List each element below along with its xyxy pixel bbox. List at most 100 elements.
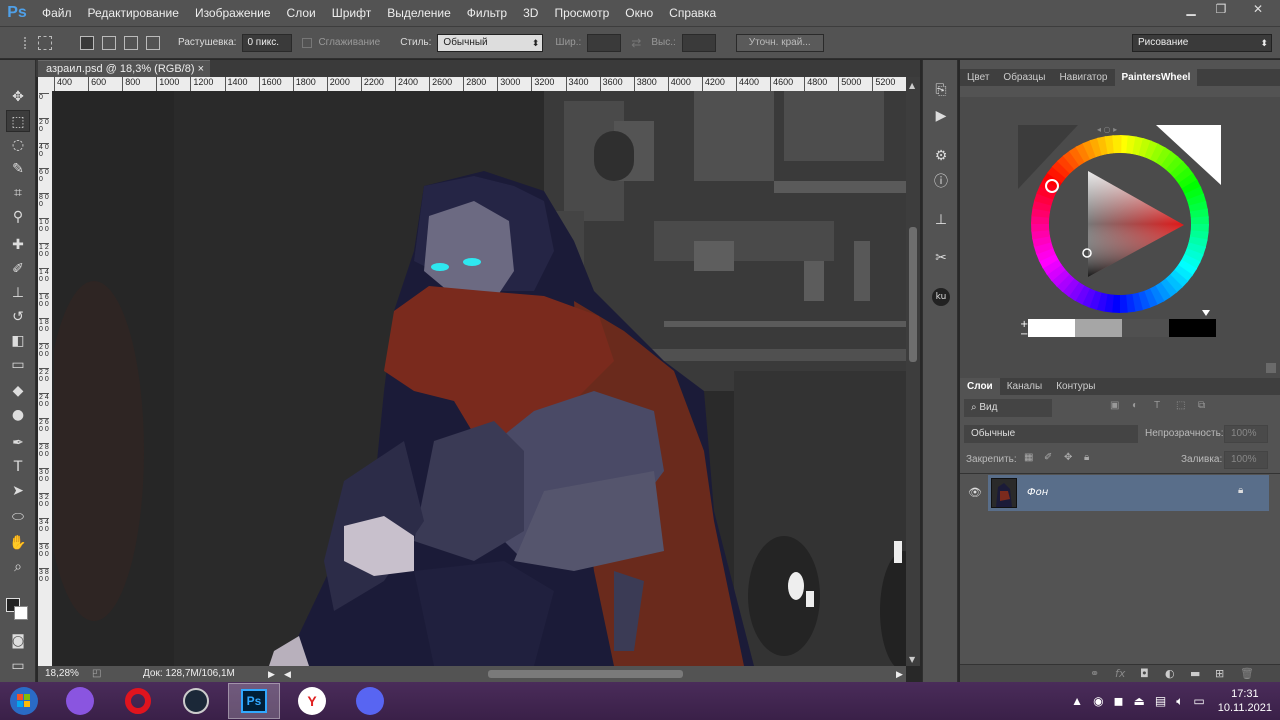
tab-channels[interactable]: Каналы: [1000, 378, 1050, 395]
lock-transparent-icon[interactable]: ▦: [1024, 452, 1033, 463]
filter-adjust-icon[interactable]: ◐: [1132, 400, 1138, 411]
tab-navigator[interactable]: Навигатор: [1052, 69, 1114, 86]
tray-usb-icon[interactable]: ⏏: [1134, 694, 1145, 708]
quick-mask-icon[interactable]: ◙: [6, 630, 30, 652]
filter-pixel-icon[interactable]: ▣: [1110, 400, 1119, 411]
tab-painterswheel[interactable]: PaintersWheel: [1114, 69, 1198, 86]
eye-icon[interactable]: 👁︎: [968, 486, 982, 499]
menu-view[interactable]: Просмотр: [546, 0, 617, 26]
tray-network-icon[interactable]: ▤: [1155, 694, 1166, 708]
taskbar-photoshop[interactable]: Ps: [228, 683, 280, 719]
tray-volume-icon[interactable]: 🔈︎: [1176, 694, 1183, 709]
lock-paint-icon[interactable]: ✐: [1044, 452, 1052, 463]
move-tool[interactable]: ✥: [6, 86, 30, 108]
ellipse-tool[interactable]: ⬭: [6, 506, 30, 528]
taskbar-opera[interactable]: [112, 683, 164, 719]
path-select-tool[interactable]: ➤: [6, 480, 30, 502]
eraser-tool[interactable]: ◧: [6, 330, 30, 352]
opacity-input[interactable]: 100%: [1224, 425, 1268, 443]
minimize-button[interactable]: ▁: [1176, 0, 1206, 18]
brush-tool[interactable]: ✐: [6, 258, 30, 280]
filter-smart-icon[interactable]: ⧉: [1198, 400, 1205, 411]
stamp-tool[interactable]: ⊥: [6, 282, 30, 304]
layer-row-background[interactable]: Фон 🔒︎: [988, 475, 1269, 511]
menu-file[interactable]: Файл: [34, 0, 80, 26]
feather-input[interactable]: 0 пикс.: [242, 33, 293, 52]
start-button[interactable]: [0, 683, 48, 719]
kuler-icon[interactable]: ku: [932, 288, 950, 306]
menu-3d[interactable]: 3D: [515, 0, 546, 26]
swatch-light-gray[interactable]: [1075, 319, 1122, 337]
link-layers-icon[interactable]: ⚭: [1090, 667, 1099, 680]
blend-mode-select[interactable]: Обычные: [964, 425, 1138, 443]
document-tab[interactable]: азраил.psd @ 18,3% (RGB/8) ×: [38, 60, 210, 77]
tab-close-icon[interactable]: ×: [198, 61, 204, 78]
fx-icon[interactable]: fx: [1115, 667, 1125, 680]
background-color-swatch[interactable]: [14, 606, 28, 620]
lock-all-icon[interactable]: 🔒︎: [1084, 452, 1089, 463]
panel-resize-grip[interactable]: [1266, 363, 1276, 373]
vertical-scrollbar[interactable]: ▲ ▼: [906, 77, 920, 666]
blur-tool[interactable]: ◆: [6, 380, 30, 402]
crop-tool[interactable]: ⌗: [6, 182, 30, 204]
taskbar-discord[interactable]: [344, 683, 396, 719]
actions-icon[interactable]: ▶: [931, 106, 951, 126]
tools-icon[interactable]: ✂: [931, 248, 951, 268]
status-icon[interactable]: ◰: [92, 666, 101, 682]
width-input[interactable]: [587, 33, 622, 52]
menu-edit[interactable]: Редактирование: [80, 0, 187, 26]
dodge-tool[interactable]: ●: [6, 404, 30, 426]
layer-filter-select[interactable]: ⌕ Вид: [964, 399, 1052, 417]
new-layer-icon[interactable]: ⊞: [1215, 667, 1224, 680]
tray-lang-icon[interactable]: ▭: [1193, 694, 1204, 708]
horizontal-scroll-thumb[interactable]: [488, 670, 683, 678]
filter-type-icon[interactable]: T: [1154, 400, 1160, 411]
menu-layers[interactable]: Слои: [279, 0, 324, 26]
history-icon[interactable]: ⎘: [931, 80, 951, 100]
info-icon[interactable]: ⓘ: [931, 172, 951, 192]
type-tool[interactable]: T: [6, 456, 30, 478]
workspace-select[interactable]: Рисование: [1132, 34, 1272, 52]
add-mask-icon[interactable]: ◘: [1140, 667, 1149, 680]
scroll-down-icon[interactable]: ▼: [909, 655, 915, 664]
style-select[interactable]: Обычный: [437, 33, 544, 52]
scroll-left-icon[interactable]: ◀: [284, 666, 291, 682]
lock-move-icon[interactable]: ✥: [1064, 452, 1072, 463]
swatch-dark-gray[interactable]: [1122, 319, 1169, 337]
tray-arrow-icon[interactable]: ▲: [1071, 694, 1083, 708]
color-wheel[interactable]: ◂ ○ ▸ + −: [960, 97, 1280, 379]
antialias-checkbox[interactable]: [302, 37, 313, 48]
tray-clock[interactable]: 17:31 10.11.2021: [1218, 687, 1272, 715]
document-canvas[interactable]: [54, 91, 906, 666]
subtract-selection-icon[interactable]: [124, 35, 138, 50]
taskbar-yandex[interactable]: Y: [286, 683, 338, 719]
swatch-white[interactable]: [1028, 319, 1075, 337]
restore-button[interactable]: ❐: [1206, 0, 1236, 18]
vertical-scroll-thumb[interactable]: [909, 227, 917, 362]
painters-wheel[interactable]: ◂ ○ ▸ + −: [960, 97, 1280, 379]
scroll-right-icon[interactable]: ▶: [896, 666, 903, 682]
eyedropper-tool[interactable]: ⚲: [6, 206, 30, 228]
tab-color[interactable]: Цвет: [960, 69, 996, 86]
trash-icon[interactable]: 🗑︎: [1240, 667, 1254, 680]
swap-icon[interactable]: ⇄: [631, 36, 641, 50]
menu-type[interactable]: Шрифт: [324, 0, 379, 26]
group-icon[interactable]: ▬: [1190, 667, 1200, 680]
hand-tool[interactable]: ✋: [6, 532, 30, 554]
refine-edge-button[interactable]: Уточн. край...: [735, 33, 824, 52]
tray-discord-icon[interactable]: ◉: [1093, 694, 1103, 708]
taskbar-alice[interactable]: [54, 683, 106, 719]
filter-shape-icon[interactable]: ⬚: [1176, 400, 1185, 411]
status-menu-icon[interactable]: ▶: [268, 666, 275, 682]
tool-presets-icon[interactable]: ⊥: [931, 210, 951, 230]
menu-window[interactable]: Окно: [617, 0, 661, 26]
tray-camera-icon[interactable]: ◼: [1114, 694, 1124, 708]
marquee-tool[interactable]: ⬚: [6, 110, 30, 132]
menu-filter[interactable]: Фильтр: [459, 0, 515, 26]
healing-tool[interactable]: ✚: [6, 234, 30, 256]
history-brush-tool[interactable]: ↺: [6, 306, 30, 328]
tab-layers[interactable]: Слои: [960, 378, 1000, 395]
intersect-selection-icon[interactable]: [146, 35, 160, 50]
wheel-segment[interactable]: [1112, 135, 1122, 154]
swatch-black[interactable]: [1169, 319, 1216, 337]
